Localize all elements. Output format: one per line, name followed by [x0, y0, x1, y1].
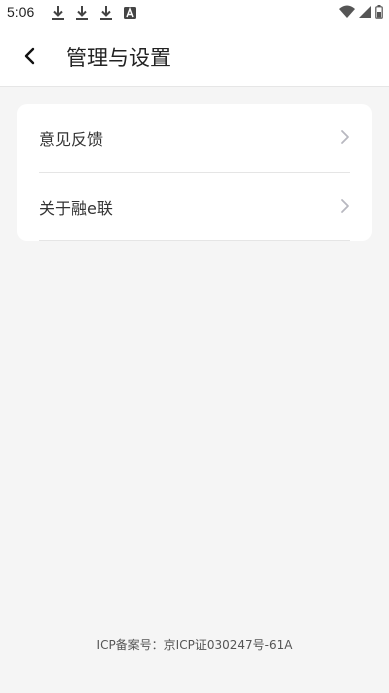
download-icon — [52, 6, 64, 20]
chevron-right-icon — [341, 130, 349, 144]
status-time: 5:06 — [7, 4, 35, 20]
download-icon — [76, 6, 88, 20]
chevron-left-icon — [24, 47, 35, 65]
status-bar: 5:06 — [0, 0, 389, 26]
chevron-right-icon — [341, 199, 349, 213]
settings-card: 意见反馈 关于融e联 — [17, 104, 372, 241]
cell-signal-icon — [359, 6, 371, 18]
menu-item-feedback[interactable]: 意见反馈 — [17, 104, 372, 172]
app-bar: 管理与设置 — [0, 26, 389, 87]
menu-item-label: 关于融e联 — [39, 199, 113, 218]
menu-item-about[interactable]: 关于融e联 — [17, 173, 372, 241]
notification-icons — [50, 5, 138, 21]
divider — [39, 240, 350, 241]
system-icons — [339, 5, 383, 19]
icp-license-text: ICP备案号：京ICP证030247号-61A — [96, 638, 293, 652]
wifi-icon — [339, 5, 355, 18]
back-button[interactable] — [14, 40, 46, 72]
page-title: 管理与设置 — [66, 46, 171, 70]
download-icon — [100, 6, 112, 20]
battery-icon — [375, 5, 383, 19]
menu-item-label: 意见反馈 — [39, 130, 104, 149]
font-a-icon — [124, 6, 136, 19]
